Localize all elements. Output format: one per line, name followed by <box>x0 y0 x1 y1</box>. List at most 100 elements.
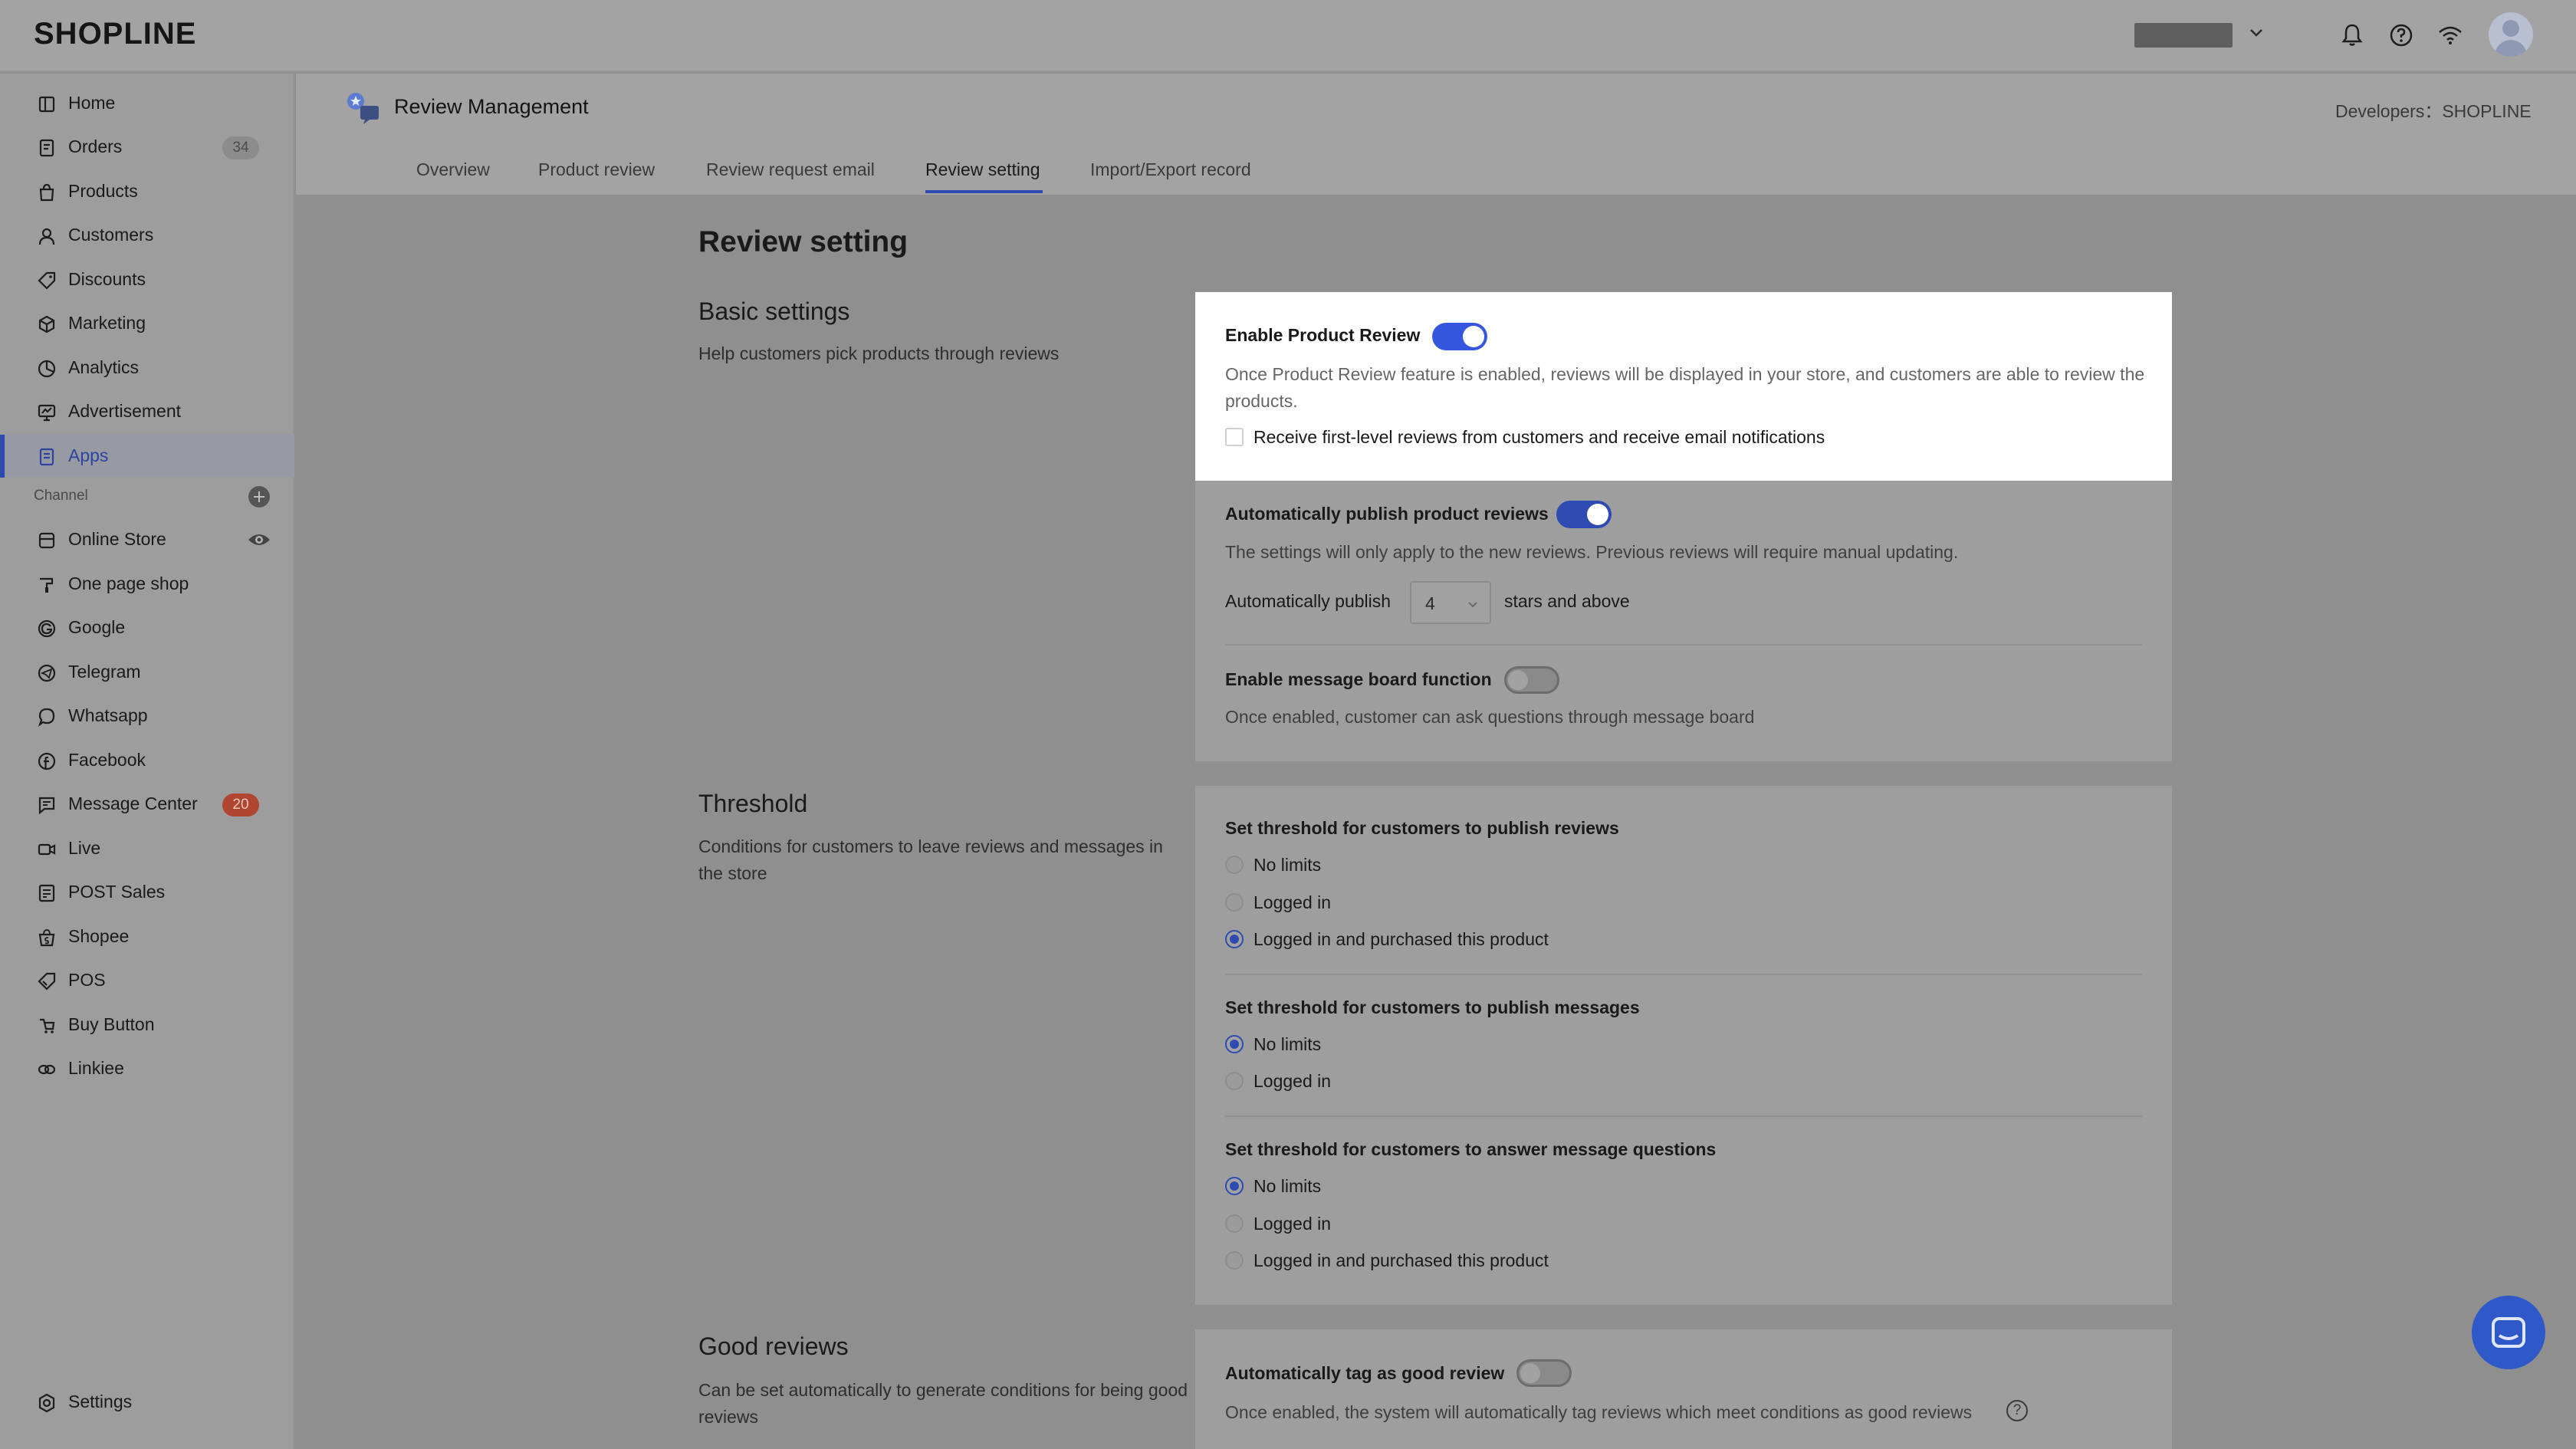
auto-publish-suffix: stars and above <box>1504 591 1630 611</box>
person-icon <box>38 228 55 245</box>
threshold-desc: Conditions for customers to leave review… <box>698 836 1163 883</box>
home-icon <box>38 96 55 113</box>
sidebar-item-advertisement[interactable]: Advertisement <box>0 390 294 433</box>
sidebar-item-one-page-shop[interactable]: One page shop <box>0 563 294 606</box>
sidebar-item-live[interactable]: Live <box>0 827 294 870</box>
answer-questions-no-limits-radio[interactable] <box>1225 1177 1244 1195</box>
sidebar-item-label: POST Sales <box>68 882 166 902</box>
sidebar-item-linkiee[interactable]: Linkiee <box>0 1047 294 1090</box>
avatar[interactable] <box>2489 12 2533 57</box>
sidebar-item-customers[interactable]: Customers <box>0 214 294 257</box>
sidebar-item-whatsapp[interactable]: Whatsapp <box>0 695 294 738</box>
sidebar-item-label: Message Center <box>68 794 198 813</box>
marketing-icon <box>38 315 55 334</box>
tab-product-review[interactable]: Product review <box>538 159 655 180</box>
publish-messages-logged-in-radio[interactable] <box>1225 1072 1244 1090</box>
review-app-icon <box>347 93 379 124</box>
threshold-card <box>1195 786 2172 1305</box>
tab-review-setting[interactable]: Review setting <box>925 159 1040 180</box>
store-icon <box>38 532 55 549</box>
sidebar-item-telegram[interactable]: Telegram <box>0 651 294 694</box>
enable-product-review-toggle[interactable] <box>1432 323 1487 350</box>
active-tab-indicator <box>925 190 1043 193</box>
sidebar-item-label: Home <box>68 93 116 113</box>
radio-label: Logged in and purchased this product <box>1254 929 1549 949</box>
telegram-icon <box>38 664 56 682</box>
sidebar-item-label: Analytics <box>68 357 140 377</box>
sidebar-item-google[interactable]: Google <box>0 606 294 649</box>
tag-icon <box>38 271 56 290</box>
radio-label: Logged in <box>1254 1214 1332 1234</box>
buy-button-icon <box>40 1018 55 1033</box>
store-switcher[interactable] <box>2134 23 2233 48</box>
sidebar-item-facebook[interactable]: Facebook <box>0 739 294 782</box>
sidebar-item-shopee[interactable]: Shopee <box>0 915 294 958</box>
divider <box>1225 974 2142 975</box>
radio-label: Logged in and purchased this product <box>1254 1250 1549 1270</box>
publish-messages-no-limits-radio[interactable] <box>1225 1035 1244 1053</box>
auto-tag-label: Automatically tag as good review <box>1225 1363 1505 1383</box>
radio-label: Logged in <box>1254 892 1332 912</box>
sidebar-item-apps[interactable]: Apps <box>0 435 294 478</box>
add-channel-button[interactable] <box>248 486 270 508</box>
post-icon <box>38 884 55 902</box>
sidebar-item-label: Customers <box>68 225 154 245</box>
sidebar-item-home[interactable]: Home <box>0 82 294 125</box>
message-board-toggle[interactable] <box>1504 666 1559 694</box>
enable-product-review-label: Enable Product Review <box>1225 325 1421 345</box>
sidebar-item-analytics[interactable]: Analytics <box>0 347 294 389</box>
eye-icon[interactable] <box>247 531 271 549</box>
sidebar-item-buy-button[interactable]: Buy Button <box>0 1004 294 1046</box>
answer-questions-logged-in-radio[interactable] <box>1225 1214 1244 1233</box>
chat-support-button[interactable] <box>2472 1296 2545 1369</box>
answer-questions-threshold-label: Set threshold for customers to answer me… <box>1225 1139 1717 1159</box>
stars-select[interactable]: 4 <box>1410 581 1491 624</box>
sidebar-item-discounts[interactable]: Discounts <box>0 258 294 301</box>
developer-info: Developers：SHOPLINE <box>2335 101 2532 121</box>
first-level-reviews-label: Receive first-level reviews from custome… <box>1254 427 1825 447</box>
help-icon[interactable] <box>2387 21 2415 49</box>
publish-reviews-threshold-label: Set threshold for customers to publish r… <box>1225 818 1619 838</box>
auto-publish-toggle[interactable] <box>1556 501 1612 528</box>
sidebar-item-products[interactable]: Products <box>0 170 294 213</box>
help-icon[interactable]: ? <box>2006 1400 2028 1421</box>
radio-label: Logged in <box>1254 1071 1332 1091</box>
chevron-down-icon[interactable] <box>2246 23 2266 43</box>
sidebar-item-message-center[interactable]: Message Center 20 <box>0 783 294 826</box>
review-setting-heading: Review setting <box>698 225 909 258</box>
publish-reviews-logged-in-radio[interactable] <box>1225 893 1244 912</box>
sidebar-item-label: Google <box>68 617 126 637</box>
publish-reviews-no-limits-radio[interactable] <box>1225 856 1244 874</box>
auto-tag-desc: Once enabled, the system will automatica… <box>1225 1402 1973 1422</box>
sidebar-item-post-sales[interactable]: POST Sales <box>0 871 294 914</box>
tab-import-export-record[interactable]: Import/Export record <box>1090 159 1251 180</box>
tab-overview[interactable]: Overview <box>416 159 490 180</box>
message-icon <box>38 797 55 815</box>
sidebar-item-orders[interactable]: Orders 34 <box>0 126 294 169</box>
shopline-logo[interactable]: SHOPLINE <box>34 17 196 51</box>
radio-label: No limits <box>1254 855 1322 875</box>
message-board-desc: Once enabled, customer can ask questions… <box>1225 707 1755 727</box>
radio-label: No limits <box>1254 1176 1322 1196</box>
bell-icon[interactable] <box>2338 21 2366 49</box>
sidebar-item-label: Orders <box>68 136 123 156</box>
sidebar-item-marketing[interactable]: Marketing <box>0 302 294 345</box>
auto-publish-label: Automatically publish product reviews <box>1225 504 1549 524</box>
sidebar-item-label: Marketing <box>68 313 146 333</box>
apps-icon <box>39 448 54 466</box>
wifi-icon[interactable] <box>2436 21 2464 49</box>
first-level-reviews-checkbox[interactable] <box>1225 428 1244 446</box>
page-title: Review Management <box>394 95 589 118</box>
publish-messages-threshold-label: Set threshold for customers to publish m… <box>1225 997 1640 1017</box>
link-icon <box>38 1064 56 1075</box>
tab-review-request-email[interactable]: Review request email <box>706 159 875 180</box>
answer-questions-purchased-radio[interactable] <box>1225 1251 1244 1270</box>
sidebar-item-settings[interactable]: Settings <box>0 1381 294 1424</box>
sidebar-item-pos[interactable]: POS <box>0 959 294 1002</box>
publish-reviews-purchased-radio[interactable] <box>1225 930 1244 948</box>
divider <box>1225 644 2142 646</box>
auto-tag-toggle[interactable] <box>1516 1359 1572 1387</box>
auto-publish-desc: The settings will only apply to the new … <box>1225 542 1959 562</box>
basic-settings-desc: Help customers pick products through rev… <box>698 343 1060 363</box>
auto-publish-prefix: Automatically publish <box>1225 591 1392 611</box>
